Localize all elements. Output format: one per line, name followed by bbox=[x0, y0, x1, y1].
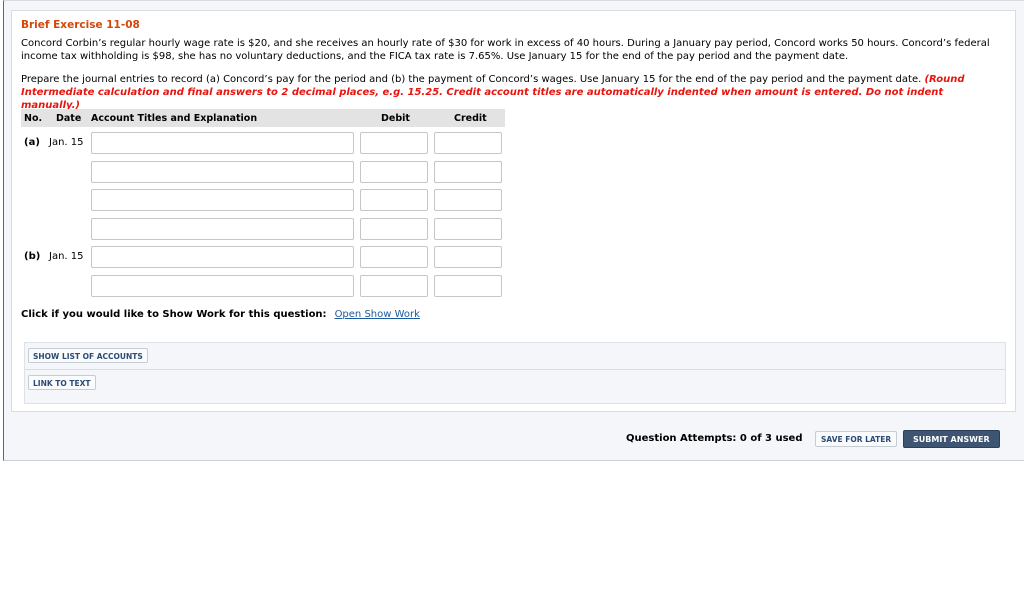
entry-date: Jan. 15 bbox=[49, 137, 84, 148]
question-container: Brief Exercise 11-08 Concord Corbin’s re… bbox=[3, 0, 1024, 461]
problem-text: Concord Corbin’s regular hourly wage rat… bbox=[21, 38, 990, 62]
account-title-input[interactable] bbox=[91, 217, 354, 240]
credit-input[interactable] bbox=[434, 189, 502, 212]
header-no: No. bbox=[24, 113, 43, 124]
journal-row bbox=[21, 189, 505, 212]
show-work: Click if you would like to Show Work for… bbox=[21, 309, 420, 320]
journal-row bbox=[21, 160, 505, 183]
open-show-work-link[interactable]: Open Show Work bbox=[335, 309, 420, 320]
entry-no: (a) bbox=[24, 137, 40, 148]
question-attempts: Question Attempts: 0 of 3 used bbox=[626, 433, 803, 444]
debit-input[interactable] bbox=[360, 246, 428, 269]
credit-input[interactable] bbox=[434, 160, 502, 183]
show-work-prompt: Click if you would like to Show Work for… bbox=[21, 309, 327, 320]
journal-row bbox=[21, 217, 505, 240]
credit-input[interactable] bbox=[434, 275, 502, 297]
header-credit: Credit bbox=[454, 113, 487, 124]
header-debit: Debit bbox=[381, 113, 410, 124]
debit-input[interactable] bbox=[360, 160, 428, 183]
credit-input[interactable] bbox=[434, 246, 502, 269]
show-list-of-accounts-button[interactable]: SHOW LIST OF ACCOUNTS bbox=[28, 348, 148, 363]
link-to-text-button[interactable]: LINK TO TEXT bbox=[28, 375, 96, 390]
account-title-input[interactable] bbox=[91, 132, 354, 154]
instructions: Prepare the journal entries to record (a… bbox=[21, 73, 1001, 112]
account-title-input[interactable] bbox=[91, 189, 354, 212]
entry-date: Jan. 15 bbox=[49, 251, 84, 263]
account-title-input[interactable] bbox=[91, 246, 354, 269]
journal-row: (b) Jan. 15 bbox=[21, 246, 505, 269]
table-header: No. Date Account Titles and Explanation … bbox=[21, 109, 505, 127]
journal-row: (a) Jan. 15 bbox=[21, 132, 505, 154]
entry-no: (b) bbox=[24, 251, 41, 263]
account-title-input[interactable] bbox=[91, 275, 354, 297]
account-title-input[interactable] bbox=[91, 160, 354, 183]
divider bbox=[25, 369, 1005, 370]
header-date: Date bbox=[56, 113, 82, 124]
instructions-text: Prepare the journal entries to record (a… bbox=[21, 74, 925, 85]
debit-input[interactable] bbox=[360, 217, 428, 240]
credit-input[interactable] bbox=[434, 132, 502, 154]
debit-input[interactable] bbox=[360, 275, 428, 297]
credit-input[interactable] bbox=[434, 217, 502, 240]
resources-box: SHOW LIST OF ACCOUNTS LINK TO TEXT bbox=[24, 342, 1006, 404]
header-account: Account Titles and Explanation bbox=[91, 113, 258, 124]
save-for-later-button[interactable]: SAVE FOR LATER bbox=[815, 431, 898, 447]
question-panel: Brief Exercise 11-08 Concord Corbin’s re… bbox=[11, 10, 1016, 412]
journal-row bbox=[21, 275, 505, 297]
exercise-title: Brief Exercise 11-08 bbox=[21, 19, 140, 31]
submit-answer-button[interactable]: SUBMIT ANSWER bbox=[903, 430, 1000, 448]
debit-input[interactable] bbox=[360, 189, 428, 212]
debit-input[interactable] bbox=[360, 132, 428, 154]
